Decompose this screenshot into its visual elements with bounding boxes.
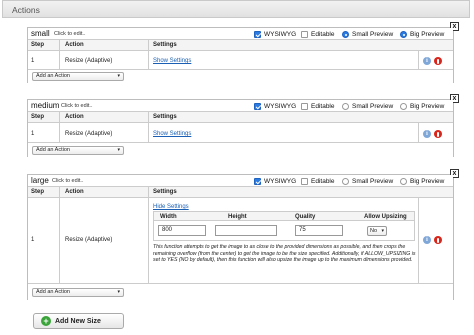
editable-option[interactable]: Editable: [301, 30, 335, 38]
col-width: Width: [160, 213, 177, 220]
size-topbar: small Click to edit.. WYSIWYG Editable S…: [28, 28, 453, 40]
editable-label: Editable: [311, 30, 335, 38]
upsizing-select[interactable]: No ▾: [367, 226, 387, 236]
click-to-edit[interactable]: Click to edit..: [61, 103, 92, 109]
info-icon[interactable]: i: [423, 57, 431, 65]
add-action-select[interactable]: Add an Action ▾: [32, 146, 124, 155]
quality-input[interactable]: 75: [295, 225, 343, 236]
add-new-size-label: Add New Size: [55, 317, 101, 325]
info-icon[interactable]: i: [423, 130, 431, 138]
step-cell: 1: [31, 237, 35, 243]
settings-description: This function attempts to get the image …: [153, 244, 416, 264]
small-preview-label: Small Preview: [352, 177, 394, 185]
delete-icon[interactable]: [434, 57, 442, 65]
wysiwyg-option[interactable]: WYSIWYG: [254, 177, 296, 185]
show-settings-link[interactable]: Show Settings: [153, 131, 191, 137]
click-to-edit[interactable]: Click to edit..: [54, 31, 85, 37]
size-panel-large: x large Click to edit.. WYSIWYG Editable…: [27, 169, 459, 300]
small-preview-label: Small Preview: [352, 102, 394, 110]
col-action: Action: [65, 42, 84, 48]
col-step: Step: [31, 189, 45, 195]
delete-icon[interactable]: [434, 236, 442, 244]
hide-settings-link[interactable]: Hide Settings: [153, 204, 189, 210]
wysiwyg-option[interactable]: WYSIWYG: [254, 102, 296, 110]
editable-checkbox[interactable]: [301, 102, 308, 110]
add-action-row: Add an Action ▾: [28, 69, 453, 83]
info-icon[interactable]: i: [423, 236, 431, 244]
height-input[interactable]: [215, 225, 277, 236]
small-preview-option[interactable]: Small Preview: [342, 102, 393, 110]
col-upsizing: Allow Upsizing: [364, 213, 407, 220]
big-preview-radio[interactable]: [400, 30, 407, 38]
editable-checkbox[interactable]: [301, 30, 308, 38]
actions-title: Actions: [12, 5, 40, 15]
editable-option[interactable]: Editable: [301, 102, 335, 110]
col-height: Height: [228, 213, 247, 220]
size-name[interactable]: medium: [31, 101, 59, 110]
add-action-select[interactable]: Add an Action ▾: [32, 288, 124, 297]
plus-icon: +: [41, 316, 51, 326]
size-name[interactable]: small: [31, 29, 50, 38]
column-headers: Step Action Settings: [28, 40, 453, 51]
big-preview-option[interactable]: Big Preview: [400, 177, 444, 185]
wysiwyg-label: WYSIWYG: [264, 102, 297, 110]
big-preview-option[interactable]: Big Preview: [400, 30, 444, 38]
action-cell: Resize (Adaptive): [65, 237, 113, 243]
width-input[interactable]: 800: [158, 225, 206, 236]
col-quality: Quality: [295, 213, 316, 220]
wysiwyg-label: WYSIWYG: [264, 177, 297, 185]
wysiwyg-checkbox[interactable]: [254, 30, 261, 38]
big-preview-label: Big Preview: [410, 30, 445, 38]
column-headers: Step Action Settings: [28, 187, 453, 198]
wysiwyg-option[interactable]: WYSIWYG: [254, 30, 296, 38]
editable-checkbox[interactable]: [301, 177, 308, 185]
col-step: Step: [31, 114, 45, 120]
action-cell: Resize (Adaptive): [65, 131, 113, 137]
size-name[interactable]: large: [31, 176, 49, 185]
resize-settings: Width Height Quality Allow Upsizing 800 …: [153, 211, 415, 281]
small-preview-radio[interactable]: [342, 102, 349, 110]
col-settings: Settings: [153, 42, 177, 48]
size-panel-medium: x medium Click to edit.. WYSIWYG Editabl…: [27, 94, 459, 157]
col-settings: Settings: [153, 114, 177, 120]
add-action-row: Add an Action ▾: [28, 283, 453, 300]
big-preview-label: Big Preview: [410, 102, 445, 110]
small-preview-radio[interactable]: [342, 177, 349, 185]
settings-row: 800 75 No ▾: [153, 221, 415, 241]
editable-option[interactable]: Editable: [301, 177, 335, 185]
size-topbar: large Click to edit.. WYSIWYG Editable S…: [28, 175, 453, 187]
big-preview-label: Big Preview: [410, 177, 445, 185]
col-settings: Settings: [153, 189, 177, 195]
column-headers: Step Action Settings: [28, 112, 453, 123]
small-preview-option[interactable]: Small Preview: [342, 30, 393, 38]
editable-label: Editable: [311, 102, 335, 110]
click-to-edit[interactable]: Click to edit..: [52, 178, 83, 184]
size-topbar: medium Click to edit.. WYSIWYG Editable …: [28, 100, 453, 112]
add-new-size-button[interactable]: + Add New Size: [33, 313, 124, 329]
add-action-select[interactable]: Add an Action ▾: [32, 72, 124, 81]
settings-headers: Width Height Quality Allow Upsizing: [153, 211, 415, 221]
action-cell: Resize (Adaptive): [65, 58, 113, 64]
add-action-row: Add an Action ▾: [28, 142, 453, 157]
small-preview-radio[interactable]: [342, 30, 349, 38]
wysiwyg-checkbox[interactable]: [254, 177, 261, 185]
big-preview-option[interactable]: Big Preview: [400, 102, 444, 110]
wysiwyg-label: WYSIWYG: [264, 30, 297, 38]
actions-header: Actions: [2, 0, 470, 18]
step-cell: 1: [31, 58, 35, 64]
col-action: Action: [65, 114, 84, 120]
small-preview-label: Small Preview: [352, 30, 394, 38]
show-settings-link[interactable]: Show Settings: [153, 58, 191, 64]
col-action: Action: [65, 189, 84, 195]
step-cell: 1: [31, 131, 35, 137]
small-preview-option[interactable]: Small Preview: [342, 177, 393, 185]
wysiwyg-checkbox[interactable]: [254, 102, 261, 110]
col-step: Step: [31, 42, 45, 48]
big-preview-radio[interactable]: [400, 177, 407, 185]
delete-icon[interactable]: [434, 130, 442, 138]
editable-label: Editable: [311, 177, 335, 185]
size-panel-small: x small Click to edit.. WYSIWYG Editable…: [27, 22, 459, 83]
big-preview-radio[interactable]: [400, 102, 407, 110]
